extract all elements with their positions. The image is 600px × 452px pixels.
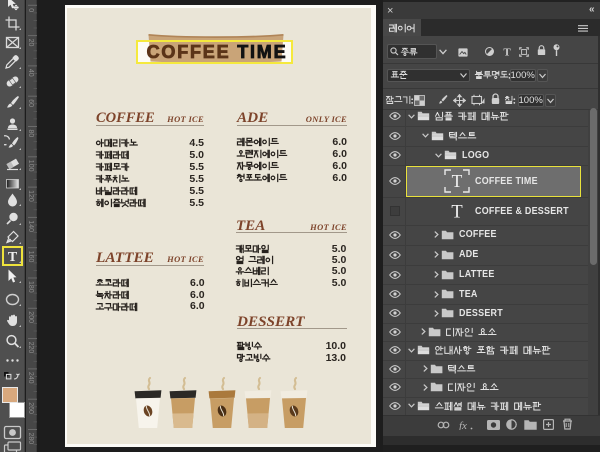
svg-text:80: 80 — [27, 130, 34, 138]
svg-text:60: 60 — [27, 99, 34, 107]
svg-text:40: 40 — [27, 69, 34, 77]
svg-text:280: 280 — [27, 433, 34, 445]
svg-text:200: 200 — [27, 311, 34, 323]
svg-text:120: 120 — [27, 190, 34, 202]
svg-text:T: T — [451, 203, 462, 222]
svg-text:260: 260 — [27, 402, 34, 414]
svg-text:180: 180 — [27, 281, 34, 293]
svg-text:fx: fx — [459, 420, 467, 430]
svg-text:160: 160 — [27, 251, 34, 263]
svg-text:T: T — [503, 46, 511, 57]
svg-text:240: 240 — [27, 372, 34, 384]
svg-text:220: 220 — [27, 342, 34, 354]
svg-text:20: 20 — [27, 39, 34, 47]
svg-text:100: 100 — [27, 160, 34, 172]
svg-text:T: T — [452, 171, 463, 191]
svg-text:0: 0 — [27, 8, 34, 12]
svg-text:140: 140 — [27, 220, 34, 232]
